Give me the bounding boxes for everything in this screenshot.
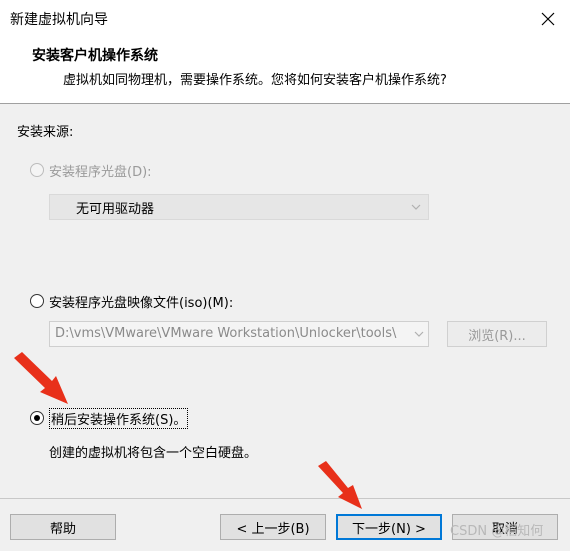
radio-install-disc[interactable]: 安装程序光盘(D): [30,160,152,180]
next-button[interactable]: 下一步(N) > [336,514,442,540]
install-source-label: 安装来源: [17,125,74,140]
disc-drive-select[interactable]: 无可用驱动器 [49,194,429,220]
title-bar: 新建虚拟机向导 [0,0,570,38]
iso-path-combobox[interactable]: D:\vms\VMware\VMware Workstation\Unlocke… [49,321,429,347]
chevron-down-icon [410,200,422,214]
wizard-header: 安装客户机操作系统 虚拟机如同物理机，需要操作系统。您将如何安装客户机操作系统? [0,38,570,104]
browse-button[interactable]: 浏览(R)... [447,321,547,347]
help-button[interactable]: 帮助 [10,514,116,540]
back-button[interactable]: < 上一步(B) [220,514,326,540]
radio-install-iso-label: 安装程序光盘映像文件(iso)(M): [49,295,234,311]
footer-divider [0,498,570,499]
radio-install-disc-label: 安装程序光盘(D): [49,164,152,180]
header-title: 安装客户机操作系统 [32,48,158,64]
annotation-arrow-left [14,352,68,404]
radio-install-later[interactable]: 稍后安装操作系统(S)。 [30,407,189,429]
radio-button[interactable] [30,163,44,177]
disc-drive-value: 无可用驱动器 [76,201,155,217]
radio-button[interactable] [30,294,44,308]
iso-path-value: D:\vms\VMware\VMware Workstation\Unlocke… [55,326,397,341]
radio-button[interactable] [30,411,44,425]
install-later-description: 创建的虚拟机将包含一个空白硬盘。 [49,446,258,461]
radio-install-iso[interactable]: 安装程序光盘映像文件(iso)(M): [30,291,233,311]
close-icon[interactable] [532,3,564,35]
radio-install-later-label: 稍后安装操作系统(S)。 [49,407,189,429]
header-subtitle: 虚拟机如同物理机，需要操作系统。您将如何安装客户机操作系统? [63,73,447,88]
annotation-arrow-right [318,461,362,509]
chevron-down-icon [410,322,428,346]
window-title: 新建虚拟机向导 [10,12,108,28]
cancel-button[interactable]: 取消 [452,514,558,540]
